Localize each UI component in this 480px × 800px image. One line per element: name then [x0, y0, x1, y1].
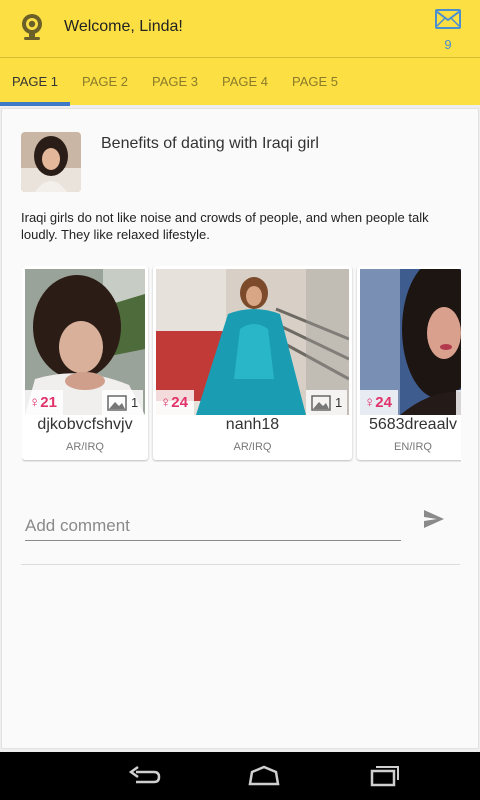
- system-nav-bar: [0, 752, 480, 800]
- post-body: Iraqi girls do not like noise and crowds…: [21, 210, 429, 242]
- messages-button[interactable]: 9: [430, 6, 466, 52]
- home-icon[interactable]: [244, 762, 284, 790]
- profile-name: nanh18: [225, 416, 280, 433]
- post-card: Benefits of dating with Iraqi girl Iraqi…: [1, 108, 479, 749]
- age-badge: ♀24: [360, 390, 398, 415]
- profile-country: AR/IRQ: [66, 441, 104, 453]
- unread-count: 9: [444, 37, 452, 52]
- comment-input[interactable]: [25, 511, 401, 541]
- profile-photo: ♀21 1: [25, 269, 145, 415]
- profile-country: AR/IRQ: [233, 441, 272, 453]
- profile-card[interactable]: ♀24 1 nanh18 AR/IRQ: [153, 266, 352, 460]
- profile-country: EN/IRQ: [394, 441, 432, 453]
- image-icon: [311, 395, 331, 411]
- page-tabs: PAGE 1 PAGE 2 PAGE 3 PAGE 4 PAGE 5: [0, 57, 480, 106]
- profile-photo: ♀24 1: [156, 269, 349, 415]
- send-icon[interactable]: [422, 507, 446, 531]
- back-icon[interactable]: [124, 762, 164, 790]
- post-thumbnail[interactable]: [21, 132, 81, 192]
- photo-count-badge: 1: [306, 390, 348, 415]
- welcome-title: Welcome, Linda!: [64, 18, 183, 35]
- active-tab-indicator: [0, 102, 70, 106]
- profile-photo: ♀24: [360, 269, 461, 415]
- tab-page-5[interactable]: PAGE 5: [280, 58, 350, 106]
- profile-name: 5683dreaalv: [368, 416, 458, 433]
- age-badge: ♀24: [156, 390, 194, 415]
- profile-name: djkobvcfshvjv: [37, 416, 133, 433]
- app-bar: Welcome, Linda! 9: [0, 0, 480, 57]
- profile-card[interactable]: ♀24 5683dreaalv EN/IRQ: [357, 266, 461, 460]
- tab-page-3[interactable]: PAGE 3: [140, 58, 210, 106]
- webcam-logo-icon: [17, 12, 47, 42]
- photo-count-badge: [456, 390, 461, 415]
- tab-page-4[interactable]: PAGE 4: [210, 58, 280, 106]
- profiles-carousel[interactable]: ♀21 1 djkobvcfshvjv AR/IRQ ♀24 1 nanh18 …: [22, 266, 461, 462]
- tab-page-1[interactable]: PAGE 1: [0, 58, 70, 106]
- image-icon: [107, 395, 127, 411]
- recent-apps-icon[interactable]: [364, 762, 404, 790]
- divider: [21, 564, 460, 565]
- post-title: Benefits of dating with Iraqi girl: [101, 135, 319, 152]
- tab-page-2[interactable]: PAGE 2: [70, 58, 140, 106]
- profile-card[interactable]: ♀21 1 djkobvcfshvjv AR/IRQ: [22, 266, 148, 460]
- age-badge: ♀21: [25, 390, 63, 415]
- photo-count-badge: 1: [102, 390, 144, 415]
